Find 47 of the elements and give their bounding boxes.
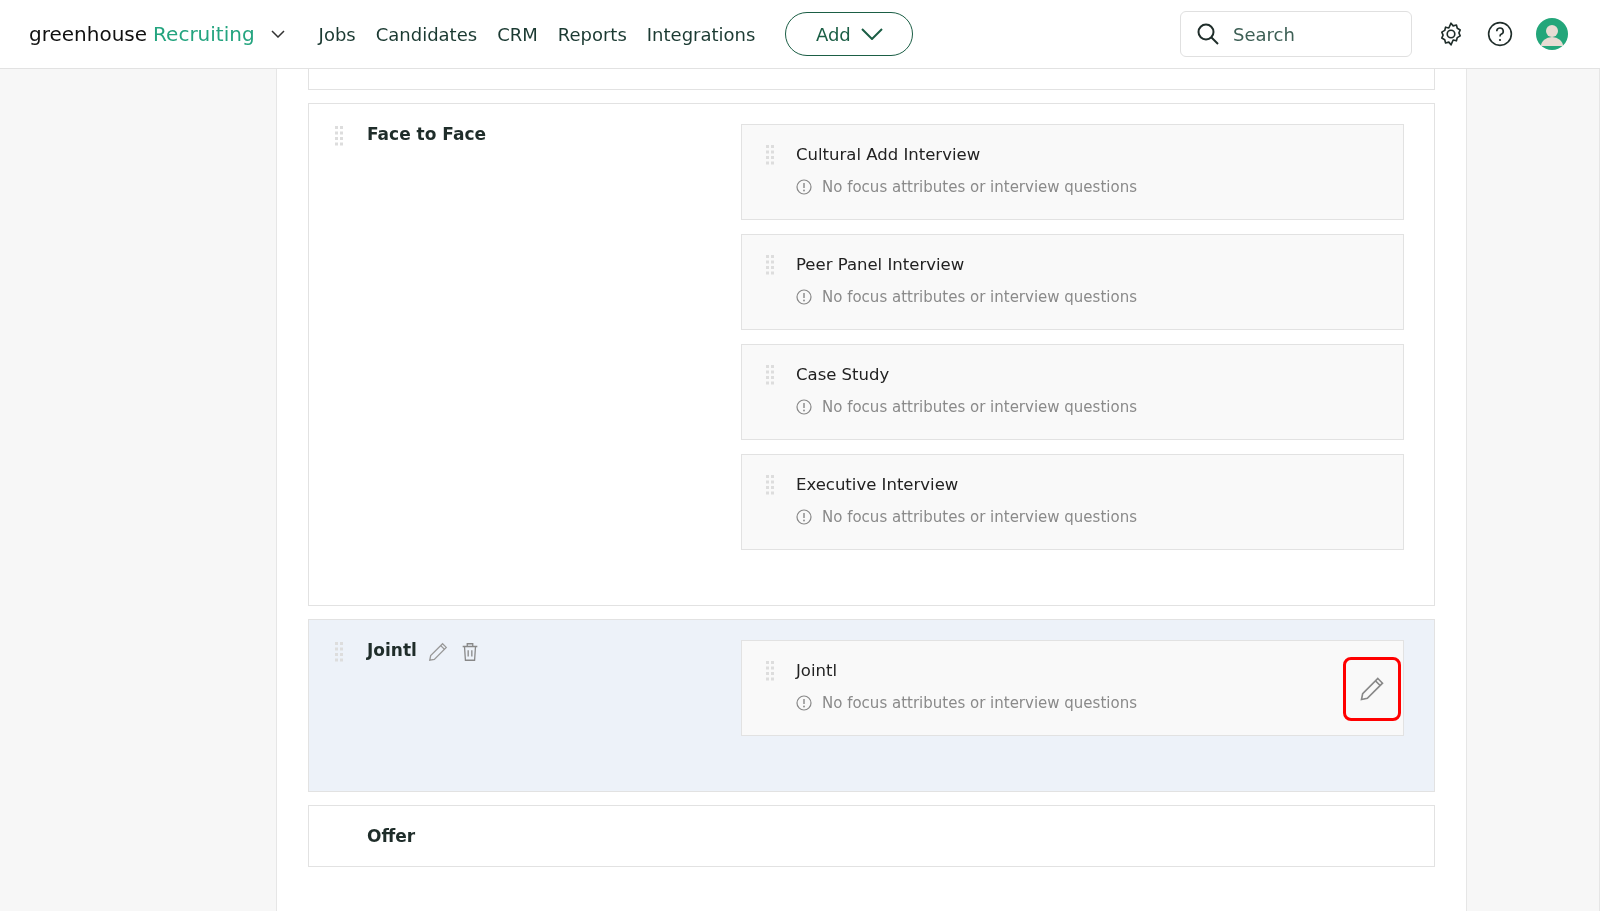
nav-link[interactable]: CRM bbox=[497, 23, 538, 45]
drag-handle-icon[interactable] bbox=[766, 661, 774, 681]
pencil-icon bbox=[1358, 675, 1386, 703]
info-icon bbox=[796, 289, 812, 305]
drag-handle-icon[interactable] bbox=[335, 642, 343, 662]
nav-link[interactable]: Reports bbox=[557, 23, 627, 45]
help-icon[interactable] bbox=[1487, 21, 1513, 47]
search-field[interactable]: Search bbox=[1180, 11, 1412, 57]
drag-handle-icon[interactable] bbox=[766, 365, 774, 385]
interview-card[interactable]: Cultural Add Interview No focus attributes or interview questions bbox=[741, 124, 1404, 220]
pencil-icon[interactable] bbox=[426, 641, 449, 663]
interview-title: Case Study bbox=[796, 365, 891, 384]
nav-link[interactable]: Integrations bbox=[646, 23, 756, 45]
interview-note: No focus attributes or interview questions bbox=[822, 694, 1137, 712]
nav-link[interactable]: Candidates bbox=[375, 23, 478, 45]
info-icon bbox=[796, 695, 812, 711]
info-icon bbox=[796, 509, 812, 525]
drag-handle-icon[interactable] bbox=[766, 255, 774, 275]
interview-title: Jointl bbox=[796, 661, 839, 680]
interview-card[interactable]: Case Study No focus attributes or interview questions bbox=[741, 344, 1404, 440]
edit-button[interactable] bbox=[1343, 657, 1401, 721]
interview-note: No focus attributes or interview questions bbox=[822, 398, 1137, 416]
chevron-down-icon bbox=[860, 28, 883, 40]
drag-handle-icon[interactable] bbox=[335, 126, 343, 146]
stage-title: Jointl bbox=[367, 640, 417, 660]
interview-card[interactable]: Executive Interview No focus attributes or interview questions bbox=[741, 454, 1404, 550]
avatar-icon[interactable] bbox=[1536, 18, 1568, 50]
interview-title: Peer Panel Interview bbox=[796, 255, 966, 274]
info-icon bbox=[796, 179, 812, 195]
info-icon bbox=[796, 399, 812, 415]
add-button[interactable]: Add bbox=[785, 12, 914, 56]
stage-title: Face to Face bbox=[367, 124, 487, 144]
search-icon bbox=[1196, 22, 1220, 46]
interview-note: No focus attributes or interview questions bbox=[822, 508, 1137, 526]
interview-title: Executive Interview bbox=[796, 475, 960, 494]
nav-link[interactable]: Jobs bbox=[318, 23, 356, 45]
settings-icon[interactable] bbox=[1438, 21, 1464, 47]
stage-title: Offer bbox=[367, 826, 416, 846]
drag-handle-icon[interactable] bbox=[766, 145, 774, 165]
interview-card[interactable]: Peer Panel Interview No focus attributes or interview questions bbox=[741, 234, 1404, 330]
interview-title: Cultural Add Interview bbox=[796, 145, 982, 164]
interview-note: No focus attributes or interview questions bbox=[822, 288, 1137, 306]
drag-handle-icon[interactable] bbox=[766, 475, 774, 495]
interview-note: No focus attributes or interview questions bbox=[822, 178, 1137, 196]
brand-logo[interactable]: greenhouse bbox=[29, 22, 148, 46]
interview-card[interactable]: Jointl No focus attributes or interview questions bbox=[741, 640, 1404, 736]
chevron-down-icon[interactable] bbox=[270, 30, 285, 38]
